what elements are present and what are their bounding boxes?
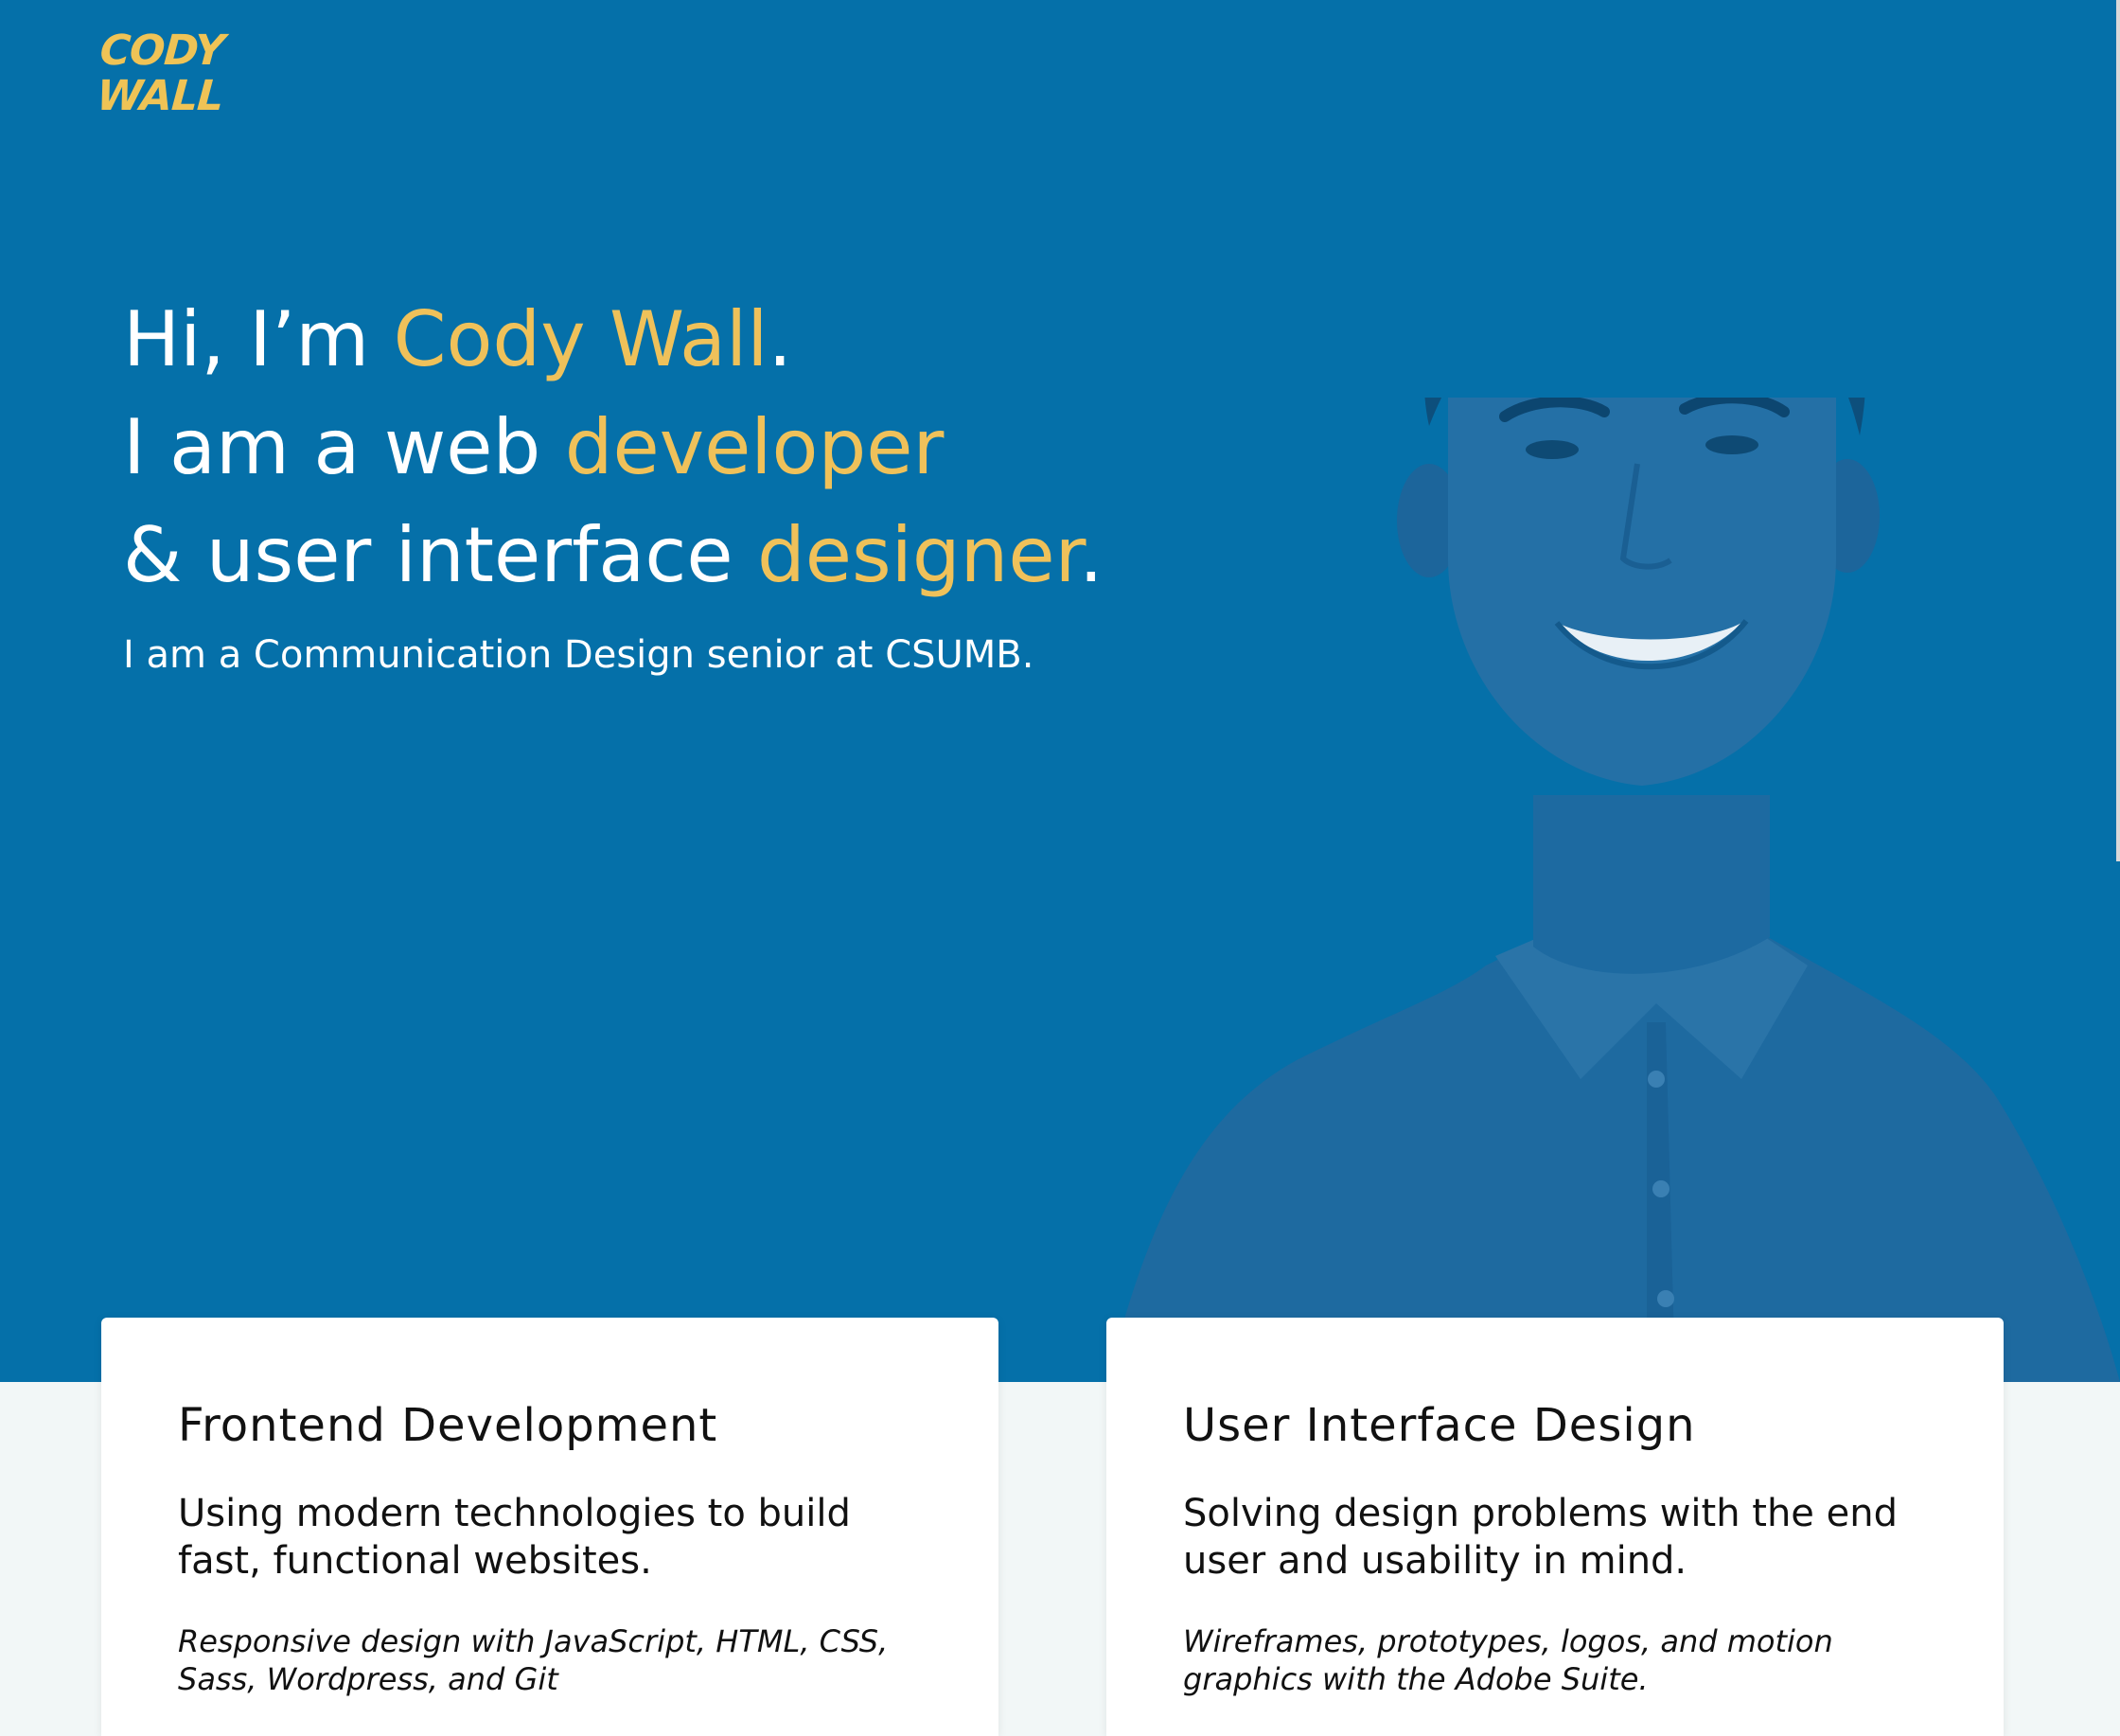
portrait-button [1648,1071,1665,1088]
service-card-ui-design: User Interface Design Solving design pro… [1106,1318,2004,1736]
service-tech-list: Wireframes, prototypes, logos, and motio… [1183,1623,1833,1697]
headline-name: Cody Wall [393,295,768,383]
site-logo[interactable]: CODY WALL [95,27,228,120]
hero-subtitle: I am a Communication Design senior at CS… [123,633,1034,677]
headline-line-2: I am a web developer [123,394,1104,502]
headline-text: Hi, I’m [123,295,394,383]
portfolio-page: CODY WALL Hi, I’m Cody Wall. I am a web … [0,0,2120,1736]
service-description: Using modern technologies to build fast,… [178,1492,851,1583]
headline-text: I am a web [123,403,565,491]
portrait-face [1448,398,1836,786]
headline-text: . [768,295,792,383]
portrait-eye [1526,440,1579,459]
hero-section: CODY WALL Hi, I’m Cody Wall. I am a web … [0,0,2120,1382]
scrollbar[interactable] [2116,0,2120,861]
headline-role-designer: designer [756,511,1080,599]
service-title: User Interface Design [1183,1399,1696,1452]
headline-role-developer: developer [564,403,945,491]
service-description: Solving design problems with the end use… [1183,1492,1898,1583]
service-card-frontend: Frontend Development Using modern techno… [101,1318,998,1736]
headline-line-1: Hi, I’m Cody Wall. [123,286,1104,394]
portrait-button [1652,1180,1670,1197]
headline-text: & user interface [123,511,757,599]
headline-line-3: & user interface designer. [123,502,1104,610]
service-tech-list: Responsive design with JavaScript, HTML,… [178,1623,889,1697]
portrait-neck [1533,795,1770,974]
portrait-eye [1705,435,1758,454]
logo-line-2: WALL [95,72,225,120]
portrait-button [1657,1290,1674,1307]
portrait-photo [1107,398,2120,1382]
service-title: Frontend Development [178,1399,718,1452]
logo-line-1: CODY [97,27,226,75]
hero-headline: Hi, I’m Cody Wall. I am a web developer … [123,286,1104,610]
